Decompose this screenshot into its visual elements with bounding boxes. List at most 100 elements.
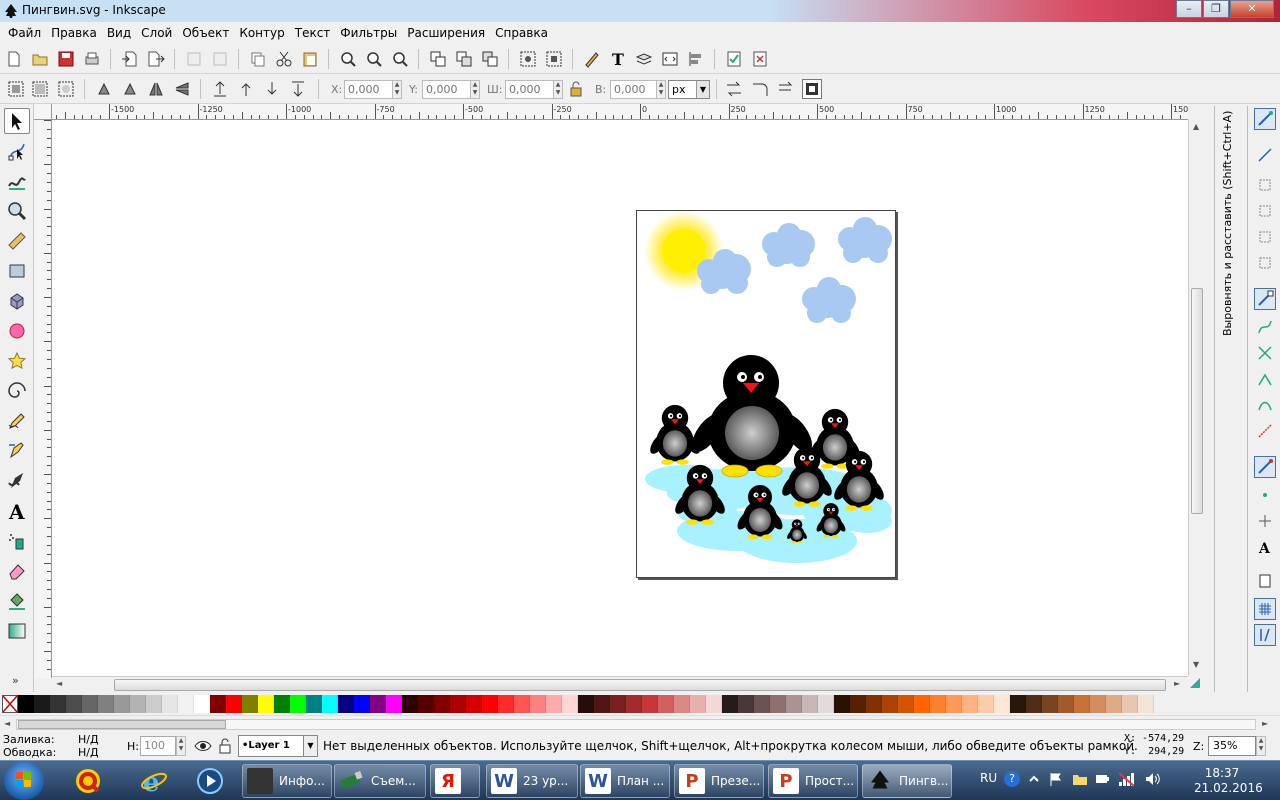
color-swatch[interactable]	[626, 695, 642, 713]
raise-icon[interactable]	[236, 79, 256, 99]
horizontal-scroll-thumb[interactable]	[114, 679, 1166, 691]
color-swatch[interactable]	[594, 695, 610, 713]
document-page[interactable]	[636, 210, 896, 578]
taskbar-item-word-plan[interactable]: W План ...	[580, 764, 670, 798]
eraser-tool-icon[interactable]	[4, 558, 30, 584]
color-swatch[interactable]	[562, 695, 578, 713]
unit-select[interactable]: px ▼	[668, 80, 710, 99]
menu-file[interactable]: Файл	[4, 26, 45, 40]
color-swatch[interactable]	[178, 695, 194, 713]
move-gradients-icon[interactable]	[776, 79, 796, 99]
color-swatch[interactable]	[834, 695, 850, 713]
toolbox-overflow-icon[interactable]: »	[12, 674, 19, 687]
snap-paths-icon[interactable]	[1254, 316, 1276, 338]
color-swatch[interactable]	[50, 695, 66, 713]
gradient-tool-icon[interactable]	[4, 618, 30, 644]
start-button[interactable]	[4, 762, 44, 800]
scroll-down-icon[interactable]: ▼	[1193, 660, 1199, 669]
pen-tool-icon[interactable]	[4, 438, 30, 464]
preferences-icon[interactable]	[724, 49, 744, 69]
color-swatch[interactable]	[1090, 695, 1106, 713]
opacity-spin[interactable]: ▲ ▼	[176, 736, 186, 756]
color-swatch[interactable]	[210, 695, 226, 713]
calligraphy-tool-icon[interactable]	[4, 468, 30, 494]
color-swatch[interactable]	[514, 695, 530, 713]
snap-bbox-center-icon[interactable]	[1254, 252, 1276, 274]
scroll-right-icon[interactable]: ►	[1174, 679, 1180, 688]
no-color-swatch[interactable]	[2, 695, 18, 713]
color-swatch[interactable]	[882, 695, 898, 713]
menu-layer[interactable]: Слой	[137, 26, 176, 40]
language-indicator[interactable]: RU	[980, 771, 997, 785]
color-swatch[interactable]	[306, 695, 322, 713]
snap-bbox-corner-icon[interactable]	[1254, 200, 1276, 222]
color-swatch[interactable]	[482, 695, 498, 713]
snap-enable-icon[interactable]	[1254, 108, 1276, 130]
rotate-cw-icon[interactable]	[120, 79, 140, 99]
import-icon[interactable]	[120, 49, 140, 69]
color-swatch[interactable]	[802, 695, 818, 713]
menu-text[interactable]: Текст	[291, 26, 335, 40]
taskbar-item-word-lesson[interactable]: W 23 ур...	[486, 764, 578, 798]
palette-scrollbar[interactable]: ◄ ►	[0, 715, 1280, 733]
redo-icon[interactable]	[210, 49, 230, 69]
color-swatch[interactable]	[738, 695, 754, 713]
eye-icon[interactable]	[194, 737, 212, 755]
menu-object[interactable]: Объект	[178, 26, 233, 40]
color-swatch[interactable]	[114, 695, 130, 713]
color-swatch[interactable]	[18, 695, 34, 713]
color-swatch[interactable]	[530, 695, 546, 713]
maximize-button[interactable]: ❐	[1203, 0, 1229, 18]
color-swatch[interactable]	[994, 695, 1010, 713]
text-font-icon[interactable]: T	[608, 49, 628, 69]
taskbar-item-yandex[interactable]: Я	[430, 764, 480, 798]
zoom-spin[interactable]: ▲ ▼	[1256, 736, 1266, 756]
color-swatch[interactable]	[1058, 695, 1074, 713]
minimize-button[interactable]: –	[1176, 0, 1202, 18]
width-input[interactable]: 0,000	[505, 80, 555, 99]
color-swatch[interactable]	[898, 695, 914, 713]
color-swatch[interactable]	[322, 695, 338, 713]
color-swatch[interactable]	[354, 695, 370, 713]
snap-intersection-icon[interactable]	[1254, 342, 1276, 364]
color-swatch[interactable]	[706, 695, 722, 713]
text-tool-icon[interactable]: A	[4, 498, 30, 524]
snap-text-baseline-icon[interactable]: A	[1254, 536, 1276, 558]
taskbar-item-removable[interactable]: Съем...	[334, 764, 426, 798]
spiral-tool-icon[interactable]	[4, 378, 30, 404]
tweak-tool-icon[interactable]	[4, 168, 30, 194]
select-all-layers-icon[interactable]	[30, 79, 50, 99]
color-swatch[interactable]	[1010, 695, 1026, 713]
taskbar-item-info[interactable]: Инфо...	[242, 764, 332, 798]
snap-smooth-nodes-icon[interactable]	[1254, 394, 1276, 416]
new-document-icon[interactable]	[4, 49, 24, 69]
color-swatch[interactable]	[978, 695, 994, 713]
open-folder-icon[interactable]	[30, 49, 50, 69]
flag-icon[interactable]	[1048, 771, 1064, 787]
lower-to-bottom-icon[interactable]	[288, 79, 308, 99]
color-swatch[interactable]	[418, 695, 434, 713]
color-swatch[interactable]	[642, 695, 658, 713]
battery-icon[interactable]	[1094, 771, 1110, 787]
scroll-left-icon[interactable]: ◄	[56, 679, 62, 688]
paint-bucket-tool-icon[interactable]	[4, 588, 30, 614]
xml-editor-icon[interactable]	[660, 49, 680, 69]
rotate-ccw-icon[interactable]	[94, 79, 114, 99]
export-icon[interactable]	[146, 49, 166, 69]
taskbar-item-inkscape[interactable]: Пингв...	[862, 764, 952, 798]
snap-bbox-midpoint-icon[interactable]	[1254, 226, 1276, 248]
color-swatch[interactable]	[610, 695, 626, 713]
raise-to-top-icon[interactable]	[210, 79, 230, 99]
fill-value[interactable]: Н/Д	[78, 733, 99, 746]
snap-object-center-icon[interactable]	[1254, 484, 1276, 506]
y-input[interactable]: 0,000	[422, 80, 472, 99]
taskbar-item-presentation[interactable]: P Презе...	[674, 764, 764, 798]
q-app-icon[interactable]	[72, 765, 104, 797]
color-swatch[interactable]	[690, 695, 706, 713]
width-spin[interactable]: ▲ ▼	[553, 80, 563, 99]
pencil-tool-icon[interactable]	[4, 408, 30, 434]
color-swatch[interactable]	[274, 695, 290, 713]
snap-rotation-center-icon[interactable]	[1254, 510, 1276, 532]
color-swatch[interactable]	[130, 695, 146, 713]
color-swatch[interactable]	[98, 695, 114, 713]
